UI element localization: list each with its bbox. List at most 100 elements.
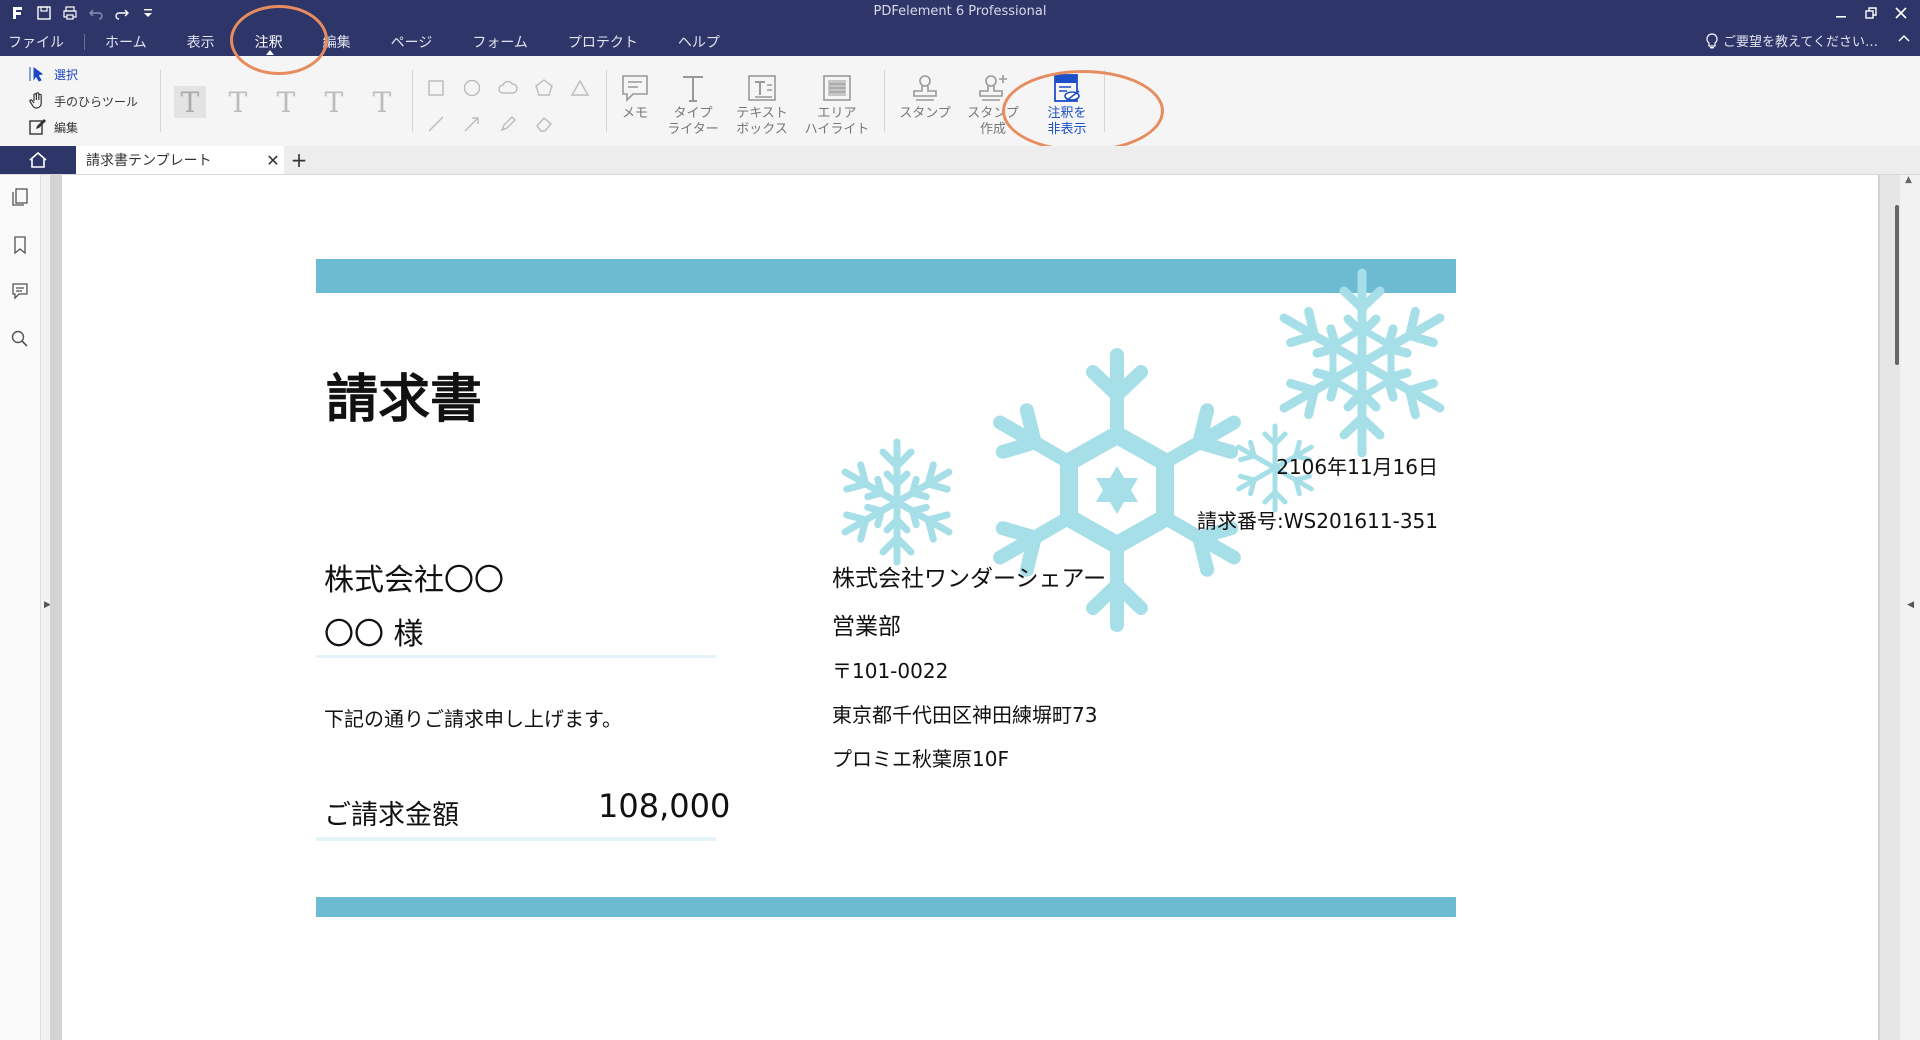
left-side-panel [0,175,41,1040]
menu-protect[interactable]: プロテクト [548,28,658,56]
polygon-icon[interactable] [532,76,556,100]
restore-icon[interactable] [1856,0,1886,26]
collapse-ribbon-icon[interactable] [1898,32,1910,46]
create-stamp-label-1: スタンプ [967,106,1019,121]
thumbnails-icon[interactable] [10,187,30,207]
typewriter-label-2: ライター [667,122,719,137]
menu-annotation[interactable]: 注釈 [235,28,303,56]
area-highlight-button[interactable]: エリア ハイライト [800,70,874,138]
ribbon-separator [160,70,161,132]
comments-icon[interactable] [10,281,30,301]
memo-button[interactable]: メモ [610,70,660,122]
annotation-ribbon: 選択 手のひらツール 編集 T T T T T メモ タイプ ライター テキスト… [0,56,1920,147]
typewriter-label-1: タイプ [673,106,713,121]
menu-page[interactable]: ページ [371,28,453,56]
scroll-up-icon[interactable]: ▲ [1905,175,1912,185]
rectangle-icon[interactable] [424,76,448,100]
ribbon-separator [606,70,607,132]
invoice-heading: 請求書 [326,370,483,430]
pdf-page: 請求書 2106年11月16日 請求番号:WS201611-351 株式会社〇〇… [62,175,1878,1040]
memo-icon [622,75,648,102]
stamp-button[interactable]: スタンプ [892,70,958,122]
bookmark-icon[interactable] [10,235,30,255]
menu-home[interactable]: ホーム [85,28,167,56]
menu-view[interactable]: 表示 [167,28,235,56]
feedback-box[interactable]: ご要望を教えてください… [1705,31,1878,50]
invoice-date: 2106年11月16日 [1276,455,1438,479]
invoice-number: 請求番号:WS201611-351 [1197,509,1438,533]
minimize-icon[interactable] [1826,0,1856,26]
expand-right-panel-icon[interactable]: ◀ [1907,600,1914,610]
menu-edit[interactable]: 編集 [303,28,371,56]
tab-title: 請求書テンプレート [86,153,212,169]
edit-icon [29,119,46,135]
cloud-icon[interactable] [496,76,520,100]
menu-help[interactable]: ヘルプ [658,28,740,56]
strikethrough-text-icon[interactable]: T [270,86,302,119]
area-highlight-label-2: ハイライト [804,122,870,137]
client-company: 株式会社〇〇 [324,563,504,598]
hide-annotations-label-1: 注釈を [1047,106,1087,121]
typewriter-button[interactable]: タイプ ライター [662,70,724,138]
document-tab-strip: 請求書テンプレート ✕ + [0,146,1920,175]
window-title: PDFelement 6 Professional [873,4,1047,19]
edit-tool[interactable]: 編集 [28,118,78,136]
memo-label: メモ [621,106,648,121]
triangle-icon[interactable] [568,76,592,100]
lightbulb-icon [1706,32,1718,48]
hide-annotations-label-2: 非表示 [1047,122,1087,137]
ribbon-separator [412,70,413,132]
menu-bar: ファイル ホーム 表示 注釈 編集 ページ フォーム プロテクト ヘルプ [0,28,740,56]
create-stamp-button[interactable]: スタンプ 作成 [960,70,1026,138]
textbox-label-1: テキスト [736,106,788,121]
close-icon[interactable] [1886,0,1916,26]
squiggly-text-icon[interactable]: T [318,86,350,119]
textbox-button[interactable]: テキスト ボックス [730,70,794,138]
underline-text-icon[interactable]: T [222,86,254,119]
select-tool[interactable]: 選択 [28,65,78,83]
hide-annotations-icon [1054,74,1080,102]
hand-tool[interactable]: 手のひらツール [28,92,138,110]
stamp-icon [913,75,937,101]
sender-postal-code: 〒101-0022 [832,659,949,683]
ribbon-separator [884,70,885,132]
hand-label: 手のひらツール [54,94,139,109]
sender-building: プロミエ秋葉原10F [832,747,1009,771]
amount-label: ご請求金額 [324,800,459,831]
menu-form[interactable]: フォーム [452,28,548,56]
hide-annotations-button[interactable]: 注釈を 非表示 [1034,70,1100,138]
pencil-icon[interactable] [496,112,520,136]
line-icon[interactable] [424,112,448,136]
tab-invoice-template[interactable]: 請求書テンプレート ✕ [76,146,284,174]
sender-address: 東京都千代田区神田練塀町73 [832,703,1098,727]
caret-text-icon[interactable]: T [366,86,398,119]
document-viewer[interactable]: 請求書 2106年11月16日 請求番号:WS201611-351 株式会社〇〇… [50,175,1880,1040]
greeting-text: 下記の通りご請求申し上げます。 [324,707,622,731]
textbox-label-2: ボックス [736,122,788,137]
client-underline [316,655,716,658]
eraser-icon[interactable] [532,112,556,136]
sender-company: 株式会社ワンダーシェアー [832,566,1107,592]
home-tab[interactable] [0,146,76,174]
snowflake-small-left-icon [841,438,953,566]
close-tab-icon[interactable]: ✕ [262,151,284,170]
oval-icon[interactable] [460,76,484,100]
window-controls [1826,0,1916,26]
area-highlight-icon [823,75,851,101]
arrow-icon[interactable] [460,112,484,136]
create-stamp-icon [979,75,1007,101]
hand-icon [29,92,42,109]
stamp-label: スタンプ [899,106,951,121]
search-icon[interactable] [10,329,30,349]
new-tab-icon[interactable]: + [288,146,310,174]
amount-value: 108,000 [598,787,731,825]
typewriter-icon [683,76,703,102]
scrollbar-thumb[interactable] [1895,205,1899,365]
title-bar: PDFelement 6 Professional ファイル ホーム 表示 注釈… [0,0,1920,56]
bottom-color-band [316,897,1456,917]
menu-file[interactable]: ファイル [0,34,85,51]
amount-underline [316,837,716,841]
select-cursor-icon [29,67,44,82]
create-stamp-label-2: 作成 [979,122,1006,137]
highlight-text-icon[interactable]: T [174,86,206,119]
